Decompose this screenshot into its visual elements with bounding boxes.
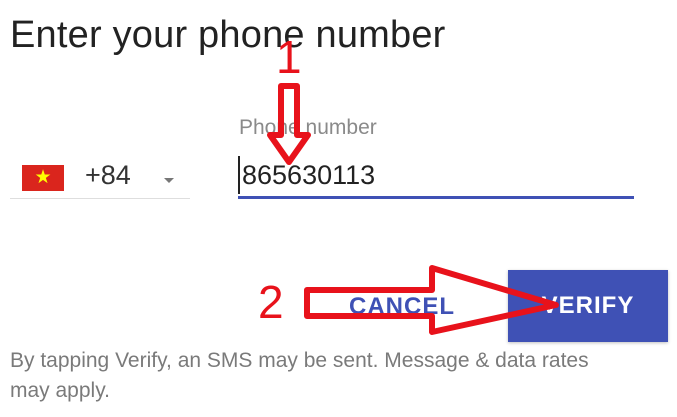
right-arrow-annotation-icon (304, 265, 559, 335)
annotation-arrows (267, 83, 559, 335)
down-arrow-annotation-icon (267, 83, 311, 165)
